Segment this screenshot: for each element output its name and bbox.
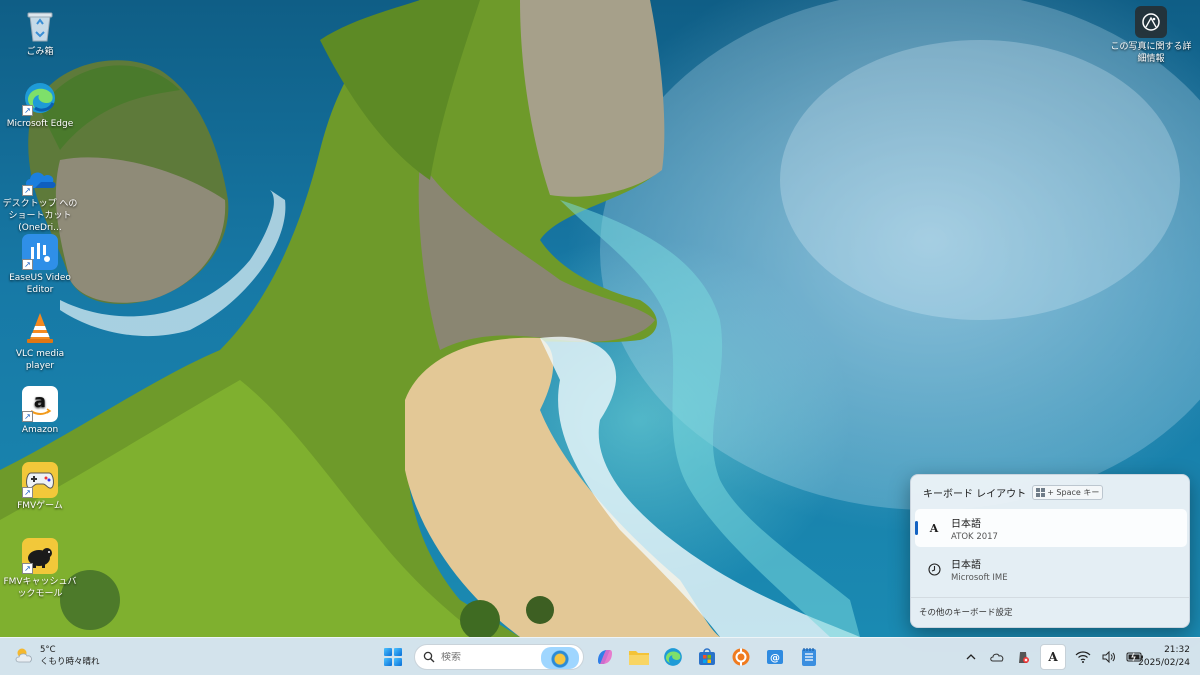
shortcut-arrow-icon: ↗	[22, 563, 33, 574]
desktop-icon-onedrive-shortcut[interactable]: ↗ デスクトップ へのショートカット (OneDri...	[1, 160, 79, 234]
taskbar-app-mail[interactable]: @	[762, 644, 788, 670]
layout-language: 日本語	[951, 518, 981, 530]
shortcut-arrow-icon: ↗	[22, 259, 33, 270]
shortcut-hint: + Space キー	[1032, 485, 1104, 500]
taskbar-app-file-explorer[interactable]	[626, 644, 652, 670]
chevron-up-icon	[966, 654, 976, 660]
desktop-icon-edge[interactable]: ↗ Microsoft Edge	[1, 80, 79, 130]
desktop-icon-label: デスクトップ へのショートカット (OneDri...	[2, 199, 78, 233]
cloud-icon	[990, 653, 1004, 662]
tray-volume[interactable]	[1100, 647, 1118, 667]
layout-ime-name: ATOK 2017	[951, 531, 998, 542]
clock-date: 2025/02/24	[1138, 658, 1190, 668]
flyout-title: キーボード レイアウト	[923, 489, 1027, 500]
taskbar-clock[interactable]: 21:32 2025/02/24	[1134, 644, 1190, 670]
shortcut-arrow-icon: ↗	[22, 487, 33, 498]
desktop-icon-recycle-bin[interactable]: ごみ箱	[1, 8, 79, 58]
shortcut-hint-text: + Space キー	[1047, 488, 1100, 497]
taskbar-app-orange[interactable]	[728, 644, 754, 670]
gamepad-icon: ↗	[22, 462, 58, 498]
tray-security[interactable]	[1014, 647, 1032, 667]
recycle-bin-icon	[22, 8, 58, 44]
search-highlight-icon	[541, 647, 579, 669]
taskbar-app-store[interactable]	[694, 644, 720, 670]
selected-indicator	[915, 521, 918, 535]
desktop-icon-label: FMVキャッシュバックモール	[3, 577, 77, 599]
amazon-icon: a ↗	[22, 386, 58, 422]
desktop-icon-fmv-cashback[interactable]: ↗ FMVキャッシュバックモール	[1, 538, 79, 600]
taskbar-search[interactable]	[414, 644, 584, 670]
mail-icon: @	[767, 650, 783, 664]
layout-language: 日本語	[951, 559, 981, 571]
desktop-icon-amazon[interactable]: a ↗ Amazon	[1, 386, 79, 436]
ime-indicator[interactable]: A	[1040, 644, 1066, 670]
svg-text:@: @	[770, 653, 780, 664]
start-button[interactable]	[380, 644, 406, 670]
taskbar-center: @	[380, 643, 822, 671]
partly-cloudy-icon	[14, 646, 34, 667]
weather-condition: くもり時々晴れ	[40, 657, 100, 667]
layout-ime-name: Microsoft IME	[951, 572, 1008, 583]
flyout-header: キーボード レイアウト + Space キー	[923, 485, 1104, 500]
search-icon	[423, 651, 435, 663]
tray-onedrive[interactable]	[988, 647, 1006, 667]
weather-temp: 5°C	[40, 645, 56, 655]
search-input[interactable]	[441, 651, 551, 663]
desktop-icon-label: VLC media player	[15, 349, 65, 371]
keyboard-layout-flyout: キーボード レイアウト + Space キー A 日本語 ATOK 2017 日…	[910, 474, 1190, 628]
layout-item-microsoft-ime[interactable]: 日本語 Microsoft IME	[915, 550, 1187, 588]
windows-key-icon	[1036, 488, 1046, 497]
more-keyboard-settings-link[interactable]: その他のキーボード設定	[911, 597, 1189, 628]
app-icon	[732, 648, 750, 666]
show-hidden-icons-button[interactable]	[962, 647, 980, 667]
clock-time: 21:32	[1164, 645, 1190, 655]
shortcut-arrow-icon: ↗	[22, 185, 33, 196]
desktop-icon-vlc[interactable]: VLC media player	[1, 310, 79, 372]
taskbar: 5°C くもり時々晴れ @	[0, 637, 1200, 675]
tray-network[interactable]	[1074, 647, 1092, 667]
cashback-icon: ↗	[22, 538, 58, 574]
edge-icon: ↗	[22, 80, 58, 116]
notepad-icon	[802, 648, 816, 666]
layout-item-atok[interactable]: A 日本語 ATOK 2017	[915, 509, 1187, 547]
shortcut-arrow-icon: ↗	[22, 105, 33, 116]
microsoft-ime-icon	[927, 562, 941, 576]
taskbar-app-notepad[interactable]	[796, 644, 822, 670]
windows-logo-icon	[384, 648, 402, 666]
desktop-icon-label: Microsoft Edge	[6, 119, 74, 129]
photo-info-widget[interactable]: この写真に関する詳細情報	[1108, 6, 1194, 65]
taskbar-app-edge[interactable]	[660, 644, 686, 670]
vlc-icon	[22, 310, 58, 346]
photo-info-icon	[1135, 6, 1167, 38]
svg-text:a: a	[34, 391, 46, 412]
wifi-icon	[1075, 651, 1091, 663]
weather-widget[interactable]: 5°C くもり時々晴れ	[14, 644, 100, 668]
atok-icon: A	[929, 521, 939, 535]
desktop-icon-label: ごみ箱	[26, 47, 54, 57]
copilot-icon	[598, 650, 612, 664]
desktop-icon-fmv-game[interactable]: ↗ FMVゲーム	[1, 462, 79, 512]
system-tray: A	[962, 643, 1144, 671]
onedrive-icon: ↗	[22, 160, 58, 196]
desktop-icon-easeus[interactable]: ↗ EaseUS Video Editor	[1, 234, 79, 296]
shortcut-arrow-icon: ↗	[22, 411, 33, 422]
photo-info-label: この写真に関する詳細情報	[1110, 42, 1192, 64]
edge-icon	[664, 648, 682, 666]
file-explorer-icon	[629, 651, 649, 665]
store-icon	[699, 648, 715, 665]
easeus-icon: ↗	[22, 234, 58, 270]
desktop-icon-label: EaseUS Video Editor	[9, 273, 71, 295]
speaker-icon	[1102, 651, 1115, 663]
desktop-icon-label: Amazon	[21, 425, 59, 435]
security-app-icon	[1019, 652, 1029, 663]
desktop-icon-label: FMVゲーム	[17, 501, 63, 511]
taskbar-app-copilot[interactable]	[592, 644, 618, 670]
